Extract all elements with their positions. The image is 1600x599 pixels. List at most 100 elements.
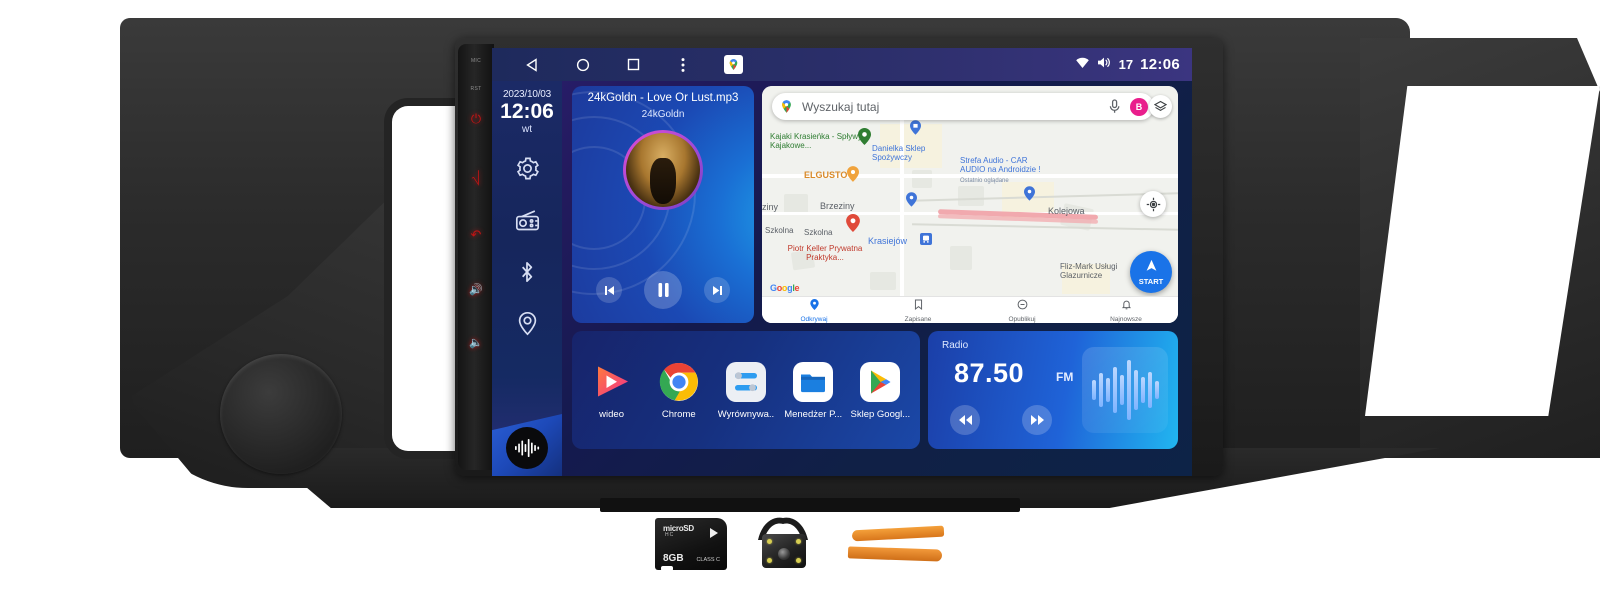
volume-level: 17 bbox=[1118, 57, 1134, 72]
status-bar-right: 17 12:06 bbox=[1075, 56, 1192, 74]
rewind-icon[interactable] bbox=[950, 405, 980, 435]
map-nav-label: Zapisane bbox=[904, 316, 932, 323]
rail-clock: 12:06 bbox=[500, 100, 554, 123]
accessory-shelf bbox=[600, 498, 1020, 512]
microphone-icon[interactable] bbox=[1109, 99, 1120, 114]
recents-square-icon[interactable] bbox=[608, 48, 658, 81]
video-play-icon bbox=[591, 361, 633, 403]
contribute-icon bbox=[1017, 297, 1028, 315]
camera-lens bbox=[778, 548, 790, 560]
app-shortcuts-widget: wideo Chrome Wyrównywa.. Menedżer P... S… bbox=[572, 331, 920, 449]
product-photo: MIC RST ⏻ ⎷ ↶ 🔊 🔈 17 12:06 2023/10/03 12… bbox=[0, 0, 1600, 599]
map-pin-red[interactable] bbox=[846, 214, 860, 237]
bookmark-icon bbox=[914, 297, 923, 315]
app-shortcut-equalizer[interactable]: Wyrównywa.. bbox=[715, 361, 777, 420]
radio-widget[interactable]: Radio 87.50 FM bbox=[928, 331, 1178, 449]
pry-tool-2 bbox=[847, 546, 943, 562]
map-pin-shop[interactable] bbox=[906, 192, 917, 212]
map-nav-label: Odkrywaj bbox=[800, 316, 828, 323]
music-player-widget[interactable]: 24kGoldn - Love Or Lust.mp3 24kGoldn bbox=[572, 86, 754, 323]
mic-label: MIC bbox=[470, 58, 482, 64]
home-icon[interactable]: ⎷ bbox=[472, 171, 480, 184]
rail-weekday: wt bbox=[522, 124, 532, 136]
map-nav-saved[interactable]: Zapisane bbox=[866, 297, 970, 323]
map-nav-contribute[interactable]: Opublikuj bbox=[970, 297, 1074, 323]
skip-next-icon[interactable] bbox=[704, 277, 730, 303]
voice-assistant-area bbox=[492, 414, 562, 476]
album-art bbox=[623, 130, 703, 210]
skip-previous-icon[interactable] bbox=[596, 277, 622, 303]
map-search-bar[interactable]: Wyszukaj tutaj B bbox=[772, 93, 1154, 120]
knob-cutout bbox=[220, 354, 342, 474]
file-manager-icon bbox=[792, 361, 834, 403]
microsd-notch bbox=[661, 566, 673, 571]
sidebar-item-bluetooth[interactable] bbox=[514, 259, 540, 290]
app-shortcut-video[interactable]: wideo bbox=[581, 361, 643, 420]
sidebar-item-navigation[interactable] bbox=[514, 310, 541, 342]
microsd-arrow-icon bbox=[710, 528, 718, 538]
sidebar-item-radio[interactable] bbox=[514, 207, 541, 239]
recenter-target-icon[interactable] bbox=[1140, 191, 1166, 217]
fast-forward-icon[interactable] bbox=[1022, 405, 1052, 435]
app-label: Chrome bbox=[661, 408, 696, 420]
map-transit-icon[interactable] bbox=[920, 232, 932, 250]
rail-date: 2023/10/03 bbox=[502, 89, 552, 100]
music-title: 24kGoldn - Love Or Lust.mp3 bbox=[587, 92, 739, 104]
app-shortcut-chrome[interactable]: Chrome bbox=[648, 361, 710, 420]
map-label: Piotr Keller Prywatna Praktyka... bbox=[787, 244, 863, 263]
rst-label: RST bbox=[470, 86, 482, 92]
map-nav-label: Najnowsze bbox=[1110, 316, 1142, 323]
google-maps-icon bbox=[779, 99, 794, 114]
equalizer-icon bbox=[725, 361, 767, 403]
bell-icon bbox=[1121, 297, 1131, 315]
android-status-bar: 17 12:06 bbox=[492, 48, 1192, 81]
back-arrow-icon[interactable]: ↶ bbox=[471, 228, 482, 241]
map-canvas[interactable]: Kajaki Krasieńka - Spływy Kajakowe... Da… bbox=[762, 86, 1178, 323]
overflow-menu-icon[interactable] bbox=[658, 48, 708, 81]
back-triangle-icon[interactable] bbox=[508, 48, 558, 81]
map-nav-explore[interactable]: Odkrywaj bbox=[762, 297, 866, 323]
app-shortcut-file-manager[interactable]: Menedżer P... bbox=[782, 361, 844, 420]
map-label: ziny bbox=[762, 202, 779, 212]
map-pin-restaurant[interactable] bbox=[847, 166, 859, 187]
map-bottom-nav: Odkrywaj Zapisane Opublikuj Najnowsze bbox=[762, 296, 1178, 323]
google-maps-widget[interactable]: Kajaki Krasieńka - Spływy Kajakowe... Da… bbox=[762, 86, 1178, 323]
navigation-arrow-icon bbox=[1144, 258, 1159, 278]
audio-waveform-icon bbox=[1082, 347, 1168, 433]
start-navigation-button[interactable]: START bbox=[1130, 251, 1172, 293]
map-label: ELGUSTO bbox=[804, 170, 848, 180]
volume-up-icon[interactable]: 🔊 bbox=[469, 285, 483, 296]
volume-down-icon[interactable]: 🔈 bbox=[469, 338, 483, 349]
app-label: Sklep Googl... bbox=[850, 408, 911, 420]
radio-frequency: 87.50 bbox=[954, 358, 1025, 388]
music-artist: 24kGoldn bbox=[641, 109, 685, 120]
google-maps-icon[interactable] bbox=[708, 48, 758, 81]
power-icon[interactable]: ⏻ bbox=[471, 112, 481, 125]
head-unit-screen[interactable]: 17 12:06 2023/10/03 12:06 wt 24kGoldn - … bbox=[492, 48, 1192, 476]
map-pin-audio[interactable] bbox=[1024, 186, 1035, 206]
avatar[interactable]: B bbox=[1130, 97, 1148, 116]
map-label: Strefa Audio - CAR AUDIO na Androidzie ! bbox=[960, 156, 1041, 175]
android-nav-buttons bbox=[492, 48, 758, 81]
map-pin-green[interactable] bbox=[858, 128, 871, 150]
camera-body bbox=[762, 534, 806, 568]
map-pin-store[interactable] bbox=[910, 120, 921, 140]
microsd-card: microSD HC 8GB CLASS C bbox=[655, 518, 727, 571]
radio-band: FM bbox=[1056, 370, 1074, 384]
map-search-placeholder: Wyszukaj tutaj bbox=[802, 99, 880, 114]
map-layers-icon[interactable] bbox=[1149, 95, 1172, 118]
map-label: Danielka Sklep Spożywczy bbox=[872, 144, 926, 163]
home-circle-icon[interactable] bbox=[558, 48, 608, 81]
app-shortcut-play-store[interactable]: Sklep Googl... bbox=[849, 361, 911, 420]
launcher-side-rail: 2023/10/03 12:06 wt bbox=[492, 81, 562, 476]
microsd-hc: HC bbox=[665, 532, 675, 538]
map-label: Szkolna bbox=[765, 226, 794, 235]
wifi-icon bbox=[1075, 56, 1090, 74]
sidebar-item-settings[interactable] bbox=[514, 155, 541, 187]
pause-icon[interactable] bbox=[644, 271, 682, 309]
voice-waveform-icon[interactable] bbox=[506, 427, 548, 469]
map-nav-updates[interactable]: Najnowsze bbox=[1074, 297, 1178, 323]
explore-pin-icon bbox=[809, 297, 819, 315]
pry-tool-1 bbox=[851, 525, 945, 542]
start-label: START bbox=[1138, 277, 1164, 286]
